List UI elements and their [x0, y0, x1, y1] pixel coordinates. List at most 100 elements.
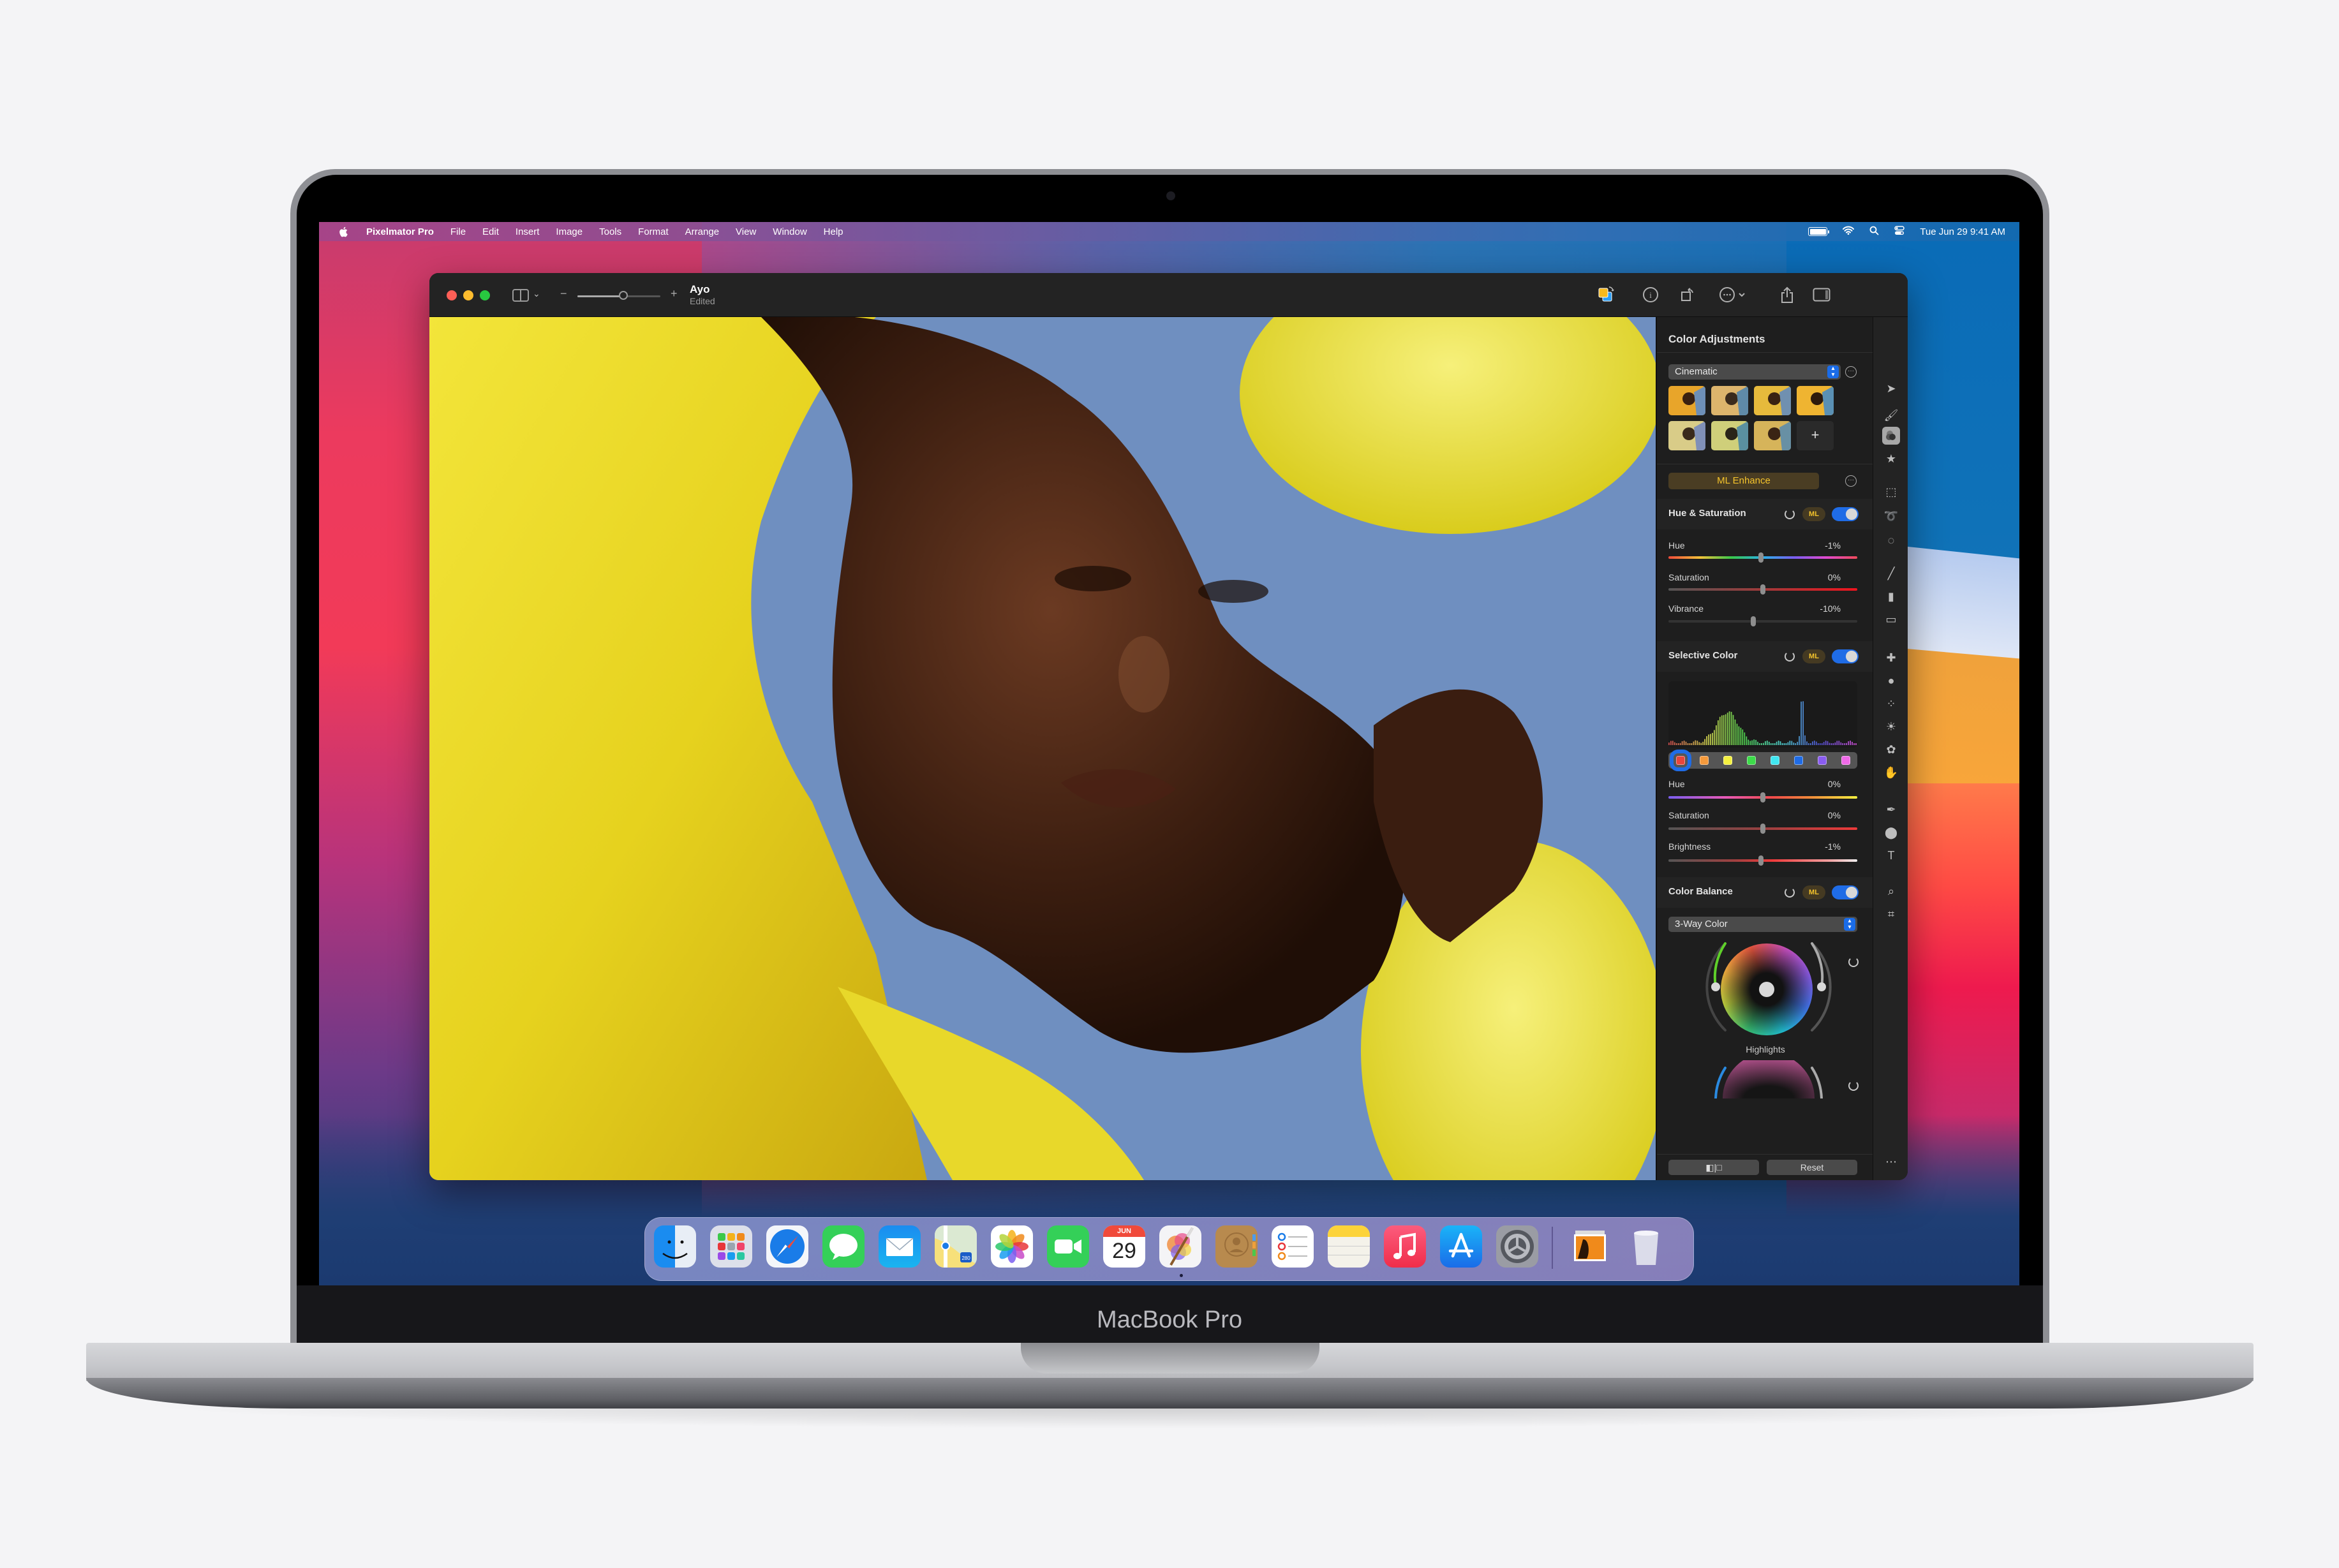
color-tool-icon[interactable]: ✿	[1882, 741, 1900, 758]
chevron-down-icon[interactable]: ⌄	[533, 288, 540, 299]
wifi-icon[interactable]	[1843, 226, 1855, 237]
erase-tool-icon[interactable]: ▭	[1882, 610, 1900, 628]
more-options-icon[interactable]	[1718, 285, 1749, 305]
compare-button[interactable]: ◧|□	[1668, 1160, 1759, 1175]
dock-music[interactable]	[1384, 1225, 1426, 1268]
hue-saturation-header[interactable]: Hue & Saturation ML	[1657, 499, 1874, 529]
vibrance-slider-thumb[interactable]	[1751, 616, 1756, 626]
warp-tool-icon[interactable]: ✋	[1882, 764, 1900, 781]
second-color-wheel[interactable]	[1702, 1060, 1836, 1098]
rect-select-tool-icon[interactable]: ⬚	[1882, 483, 1900, 501]
hue-slider-thumb[interactable]	[1760, 792, 1765, 802]
dock-system-preferences[interactable]	[1496, 1225, 1538, 1268]
vibrance-slider-track[interactable]	[1668, 620, 1857, 623]
minimize-button[interactable]	[463, 290, 473, 300]
preset-thumbnail[interactable]	[1711, 386, 1748, 415]
menu-insert[interactable]: Insert	[516, 226, 540, 237]
menu-format[interactable]: Format	[638, 226, 669, 237]
effects-tool-icon[interactable]: ★	[1882, 450, 1900, 468]
color-balance-mode-select[interactable]: 3-Way Color ▴ ▾	[1668, 917, 1857, 932]
menu-file[interactable]: File	[450, 226, 466, 237]
saturation-slider-thumb[interactable]	[1760, 824, 1765, 834]
dock-finder[interactable]	[654, 1225, 696, 1268]
repair-tool-icon[interactable]: ✚	[1882, 649, 1900, 667]
control-center-icon[interactable]	[1894, 225, 1905, 238]
menu-app-name[interactable]: Pixelmator Pro	[366, 226, 434, 237]
zoom-out-button[interactable]: −	[560, 287, 567, 300]
ml-badge[interactable]: ML	[1802, 885, 1825, 899]
zoom-tool-icon[interactable]: ⌕	[1882, 882, 1900, 900]
wheel-reset-icon[interactable]	[1848, 1081, 1859, 1091]
type-tool-icon[interactable]: T	[1882, 847, 1900, 864]
maximize-button[interactable]	[480, 290, 490, 300]
more-tools-icon[interactable]: ⋯	[1882, 1153, 1900, 1171]
swatch-orange[interactable]	[1699, 756, 1709, 765]
menu-image[interactable]: Image	[556, 226, 583, 237]
clone-tool-icon[interactable]: ●	[1882, 672, 1900, 690]
blur-tool-icon[interactable]: ⁘	[1882, 695, 1900, 713]
reset-icon[interactable]	[1785, 651, 1795, 662]
dock-reminders[interactable]	[1272, 1225, 1314, 1268]
swatch-blue[interactable]	[1793, 756, 1803, 765]
swatch-magenta[interactable]	[1841, 756, 1850, 765]
swatch-red[interactable]	[1669, 750, 1691, 771]
color-adjust-tool-icon[interactable]	[1882, 427, 1900, 445]
brightness-slider-thumb[interactable]	[1758, 855, 1764, 866]
color-balance-header[interactable]: Color Balance ML	[1657, 877, 1874, 908]
hue-slider-thumb[interactable]	[1758, 552, 1764, 563]
lasso-select-tool-icon[interactable]: ➰	[1882, 507, 1900, 525]
apple-logo-icon[interactable]	[338, 226, 348, 237]
preset-thumbnail[interactable]	[1668, 421, 1705, 450]
dock-contacts[interactable]	[1215, 1225, 1258, 1268]
add-preset-button[interactable]: +	[1797, 421, 1834, 450]
dock-pixelmator-pro[interactable]	[1159, 1225, 1201, 1268]
search-icon[interactable]	[1869, 226, 1879, 238]
wheel-side-sliders[interactable]	[1702, 936, 1836, 1044]
dock-trash[interactable]	[1625, 1225, 1667, 1268]
rotate-icon[interactable]	[1677, 285, 1698, 305]
saturation-slider-thumb[interactable]	[1760, 584, 1765, 595]
ml-badge[interactable]: ML	[1802, 649, 1825, 663]
preset-thumbnail[interactable]	[1668, 386, 1705, 415]
dock-notes[interactable]	[1328, 1225, 1370, 1268]
dock-safari[interactable]	[766, 1225, 808, 1268]
dock-facetime[interactable]	[1047, 1225, 1089, 1268]
swatch-green[interactable]	[1746, 756, 1756, 765]
dock-mail[interactable]	[879, 1225, 921, 1268]
ml-enhance-button[interactable]: ML Enhance	[1668, 473, 1819, 489]
quick-select-tool-icon[interactable]: ◌	[1882, 531, 1900, 549]
selective-color-toggle[interactable]	[1832, 649, 1859, 663]
selective-color-header[interactable]: Selective Color ML	[1657, 641, 1874, 672]
ml-badge[interactable]: ML	[1802, 507, 1825, 521]
dock-maps[interactable]: 280	[935, 1225, 977, 1268]
battery-icon[interactable]	[1808, 227, 1830, 236]
share-icon[interactable]	[1777, 285, 1797, 305]
dock-photos-stack[interactable]	[1569, 1225, 1611, 1268]
swatch-cyan[interactable]	[1770, 756, 1779, 765]
menu-help[interactable]: Help	[824, 226, 843, 237]
sidebar-right-icon[interactable]	[1811, 285, 1832, 305]
preset-thumbnail[interactable]	[1797, 386, 1834, 415]
zoom-slider-thumb[interactable]	[618, 291, 628, 300]
reset-icon[interactable]	[1785, 887, 1795, 898]
menu-arrange[interactable]: Arrange	[685, 226, 719, 237]
style-tool-icon[interactable]: 🖌︎	[1882, 406, 1900, 424]
preset-more-button[interactable]: ···	[1845, 366, 1857, 378]
sidebar-toggle-icon[interactable]	[512, 289, 529, 302]
dock-messages[interactable]	[822, 1225, 865, 1268]
color-balance-toggle[interactable]	[1832, 885, 1859, 899]
preset-select[interactable]: Cinematic ▴ ▾	[1668, 364, 1841, 380]
menu-view[interactable]: View	[736, 226, 756, 237]
menu-edit[interactable]: Edit	[482, 226, 499, 237]
layers-swap-icon[interactable]	[1596, 285, 1616, 305]
preset-thumbnail[interactable]	[1754, 386, 1791, 415]
dock-photos[interactable]	[991, 1225, 1033, 1268]
light-tool-icon[interactable]: ☀	[1882, 718, 1900, 736]
arrange-tool-icon[interactable]: ➤	[1882, 380, 1900, 397]
menu-tools[interactable]: Tools	[599, 226, 621, 237]
zoom-in-button[interactable]: +	[671, 287, 678, 300]
preset-thumbnail[interactable]	[1711, 421, 1748, 450]
swatch-yellow[interactable]	[1723, 756, 1732, 765]
wheel-reset-icon[interactable]	[1848, 957, 1859, 967]
hue-saturation-toggle[interactable]	[1832, 507, 1859, 521]
